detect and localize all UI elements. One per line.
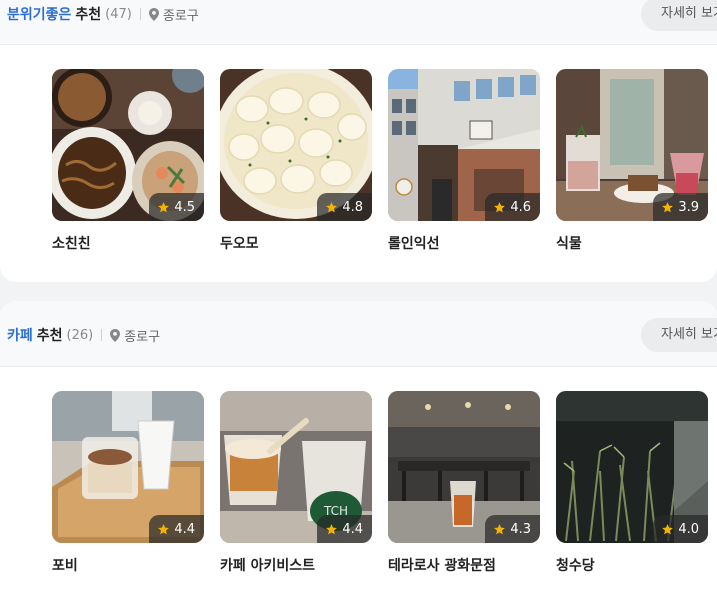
place-photo[interactable]: 4.3 — [388, 391, 540, 543]
section-title: 분위기좋은 추천 (47) 종로구 — [7, 4, 199, 24]
star-icon — [662, 523, 674, 534]
map-pin-icon — [148, 7, 159, 21]
place-photo[interactable]: 4.0 — [556, 391, 708, 543]
rating-value: 4.0 — [678, 521, 699, 537]
divider — [139, 8, 141, 20]
place-card[interactable]: 4.8 두오모 — [220, 69, 372, 253]
place-name[interactable]: 청수당 — [556, 555, 708, 575]
location-label: 종로구 — [162, 8, 199, 24]
section-title-accent: 분위기좋은 — [7, 7, 72, 23]
rating-badge: 4.3 — [485, 515, 540, 543]
rating-value: 4.5 — [174, 199, 195, 215]
rating-value: 4.8 — [342, 199, 363, 215]
section-title-text: 추천 — [75, 7, 102, 23]
place-name[interactable]: 카페 아키비스트 — [220, 555, 372, 575]
place-photo[interactable]: TCH 4.4 — [220, 391, 372, 543]
place-card[interactable]: 4.3 테라로사 광화문점 — [388, 391, 540, 575]
place-card-list: 4.4 포비 TCH 4.4 카페 아키비스트 4.3 테라로사 광화문점 4.… — [52, 391, 708, 575]
rating-value: 4.4 — [342, 521, 363, 537]
place-photo[interactable]: 4.5 — [52, 69, 204, 221]
rating-badge: 4.8 — [317, 193, 372, 221]
place-name[interactable]: 테라로사 광화문점 — [388, 555, 540, 575]
divider — [101, 329, 103, 341]
rating-value: 4.6 — [510, 199, 531, 215]
star-icon — [158, 523, 170, 534]
place-card[interactable]: 4.0 청수당 — [556, 391, 708, 575]
section-count: (47) — [105, 6, 132, 22]
place-card[interactable]: 4.4 포비 — [52, 391, 204, 575]
place-card-list: 4.5 소친친 4.8 두오모 4.6 롤인익선 3.9 식물 — [52, 69, 708, 253]
rating-badge: 4.4 — [317, 515, 372, 543]
rating-badge: 3.9 — [653, 193, 708, 221]
section-title: 카페 추천 (26) 종로구 — [7, 325, 160, 345]
place-photo[interactable]: 4.6 — [388, 69, 540, 221]
rating-badge: 4.4 — [149, 515, 204, 543]
place-name[interactable]: 소친친 — [52, 233, 204, 253]
place-photo[interactable]: 4.8 — [220, 69, 372, 221]
place-photo[interactable]: 3.9 — [556, 69, 708, 221]
star-icon — [494, 523, 506, 534]
location-label: 종로구 — [124, 329, 161, 345]
star-icon — [662, 201, 674, 212]
star-icon — [326, 523, 338, 534]
rating-value: 3.9 — [678, 199, 699, 215]
place-card[interactable]: 3.9 식물 — [556, 69, 708, 253]
place-name[interactable]: 식물 — [556, 233, 708, 253]
section-header: 카페 추천 (26) 종로구 자세히 보기 — [0, 301, 717, 367]
section-header: 분위기좋은 추천 (47) 종로구 자세히 보기 — [0, 0, 717, 45]
star-icon — [326, 201, 338, 212]
star-icon — [494, 201, 506, 212]
see-more-button[interactable]: 자세히 보기 — [641, 318, 717, 352]
rating-badge: 4.0 — [653, 515, 708, 543]
place-photo[interactable]: 4.4 — [52, 391, 204, 543]
rating-badge: 4.5 — [149, 193, 204, 221]
star-icon — [158, 201, 170, 212]
recommendation-section-mood: 분위기좋은 추천 (47) 종로구 자세히 보기 — [0, 0, 717, 282]
see-more-button[interactable]: 자세히 보기 — [641, 0, 717, 31]
place-name[interactable]: 롤인익선 — [388, 233, 540, 253]
map-pin-icon — [110, 328, 121, 342]
place-card[interactable]: 4.6 롤인익선 — [388, 69, 540, 253]
place-card[interactable]: 4.5 소친친 — [52, 69, 204, 253]
section-title-text: 추천 — [36, 328, 63, 344]
place-name[interactable]: 두오모 — [220, 233, 372, 253]
section-title-accent: 카페 — [7, 328, 33, 344]
place-name[interactable]: 포비 — [52, 555, 204, 575]
rating-badge: 4.6 — [485, 193, 540, 221]
place-card[interactable]: TCH 4.4 카페 아키비스트 — [220, 391, 372, 575]
rating-value: 4.4 — [174, 521, 195, 537]
section-count: (26) — [66, 327, 94, 343]
recommendation-section-cafe: 카페 추천 (26) 종로구 자세히 보기 — [0, 301, 717, 601]
rating-value: 4.3 — [510, 521, 531, 537]
